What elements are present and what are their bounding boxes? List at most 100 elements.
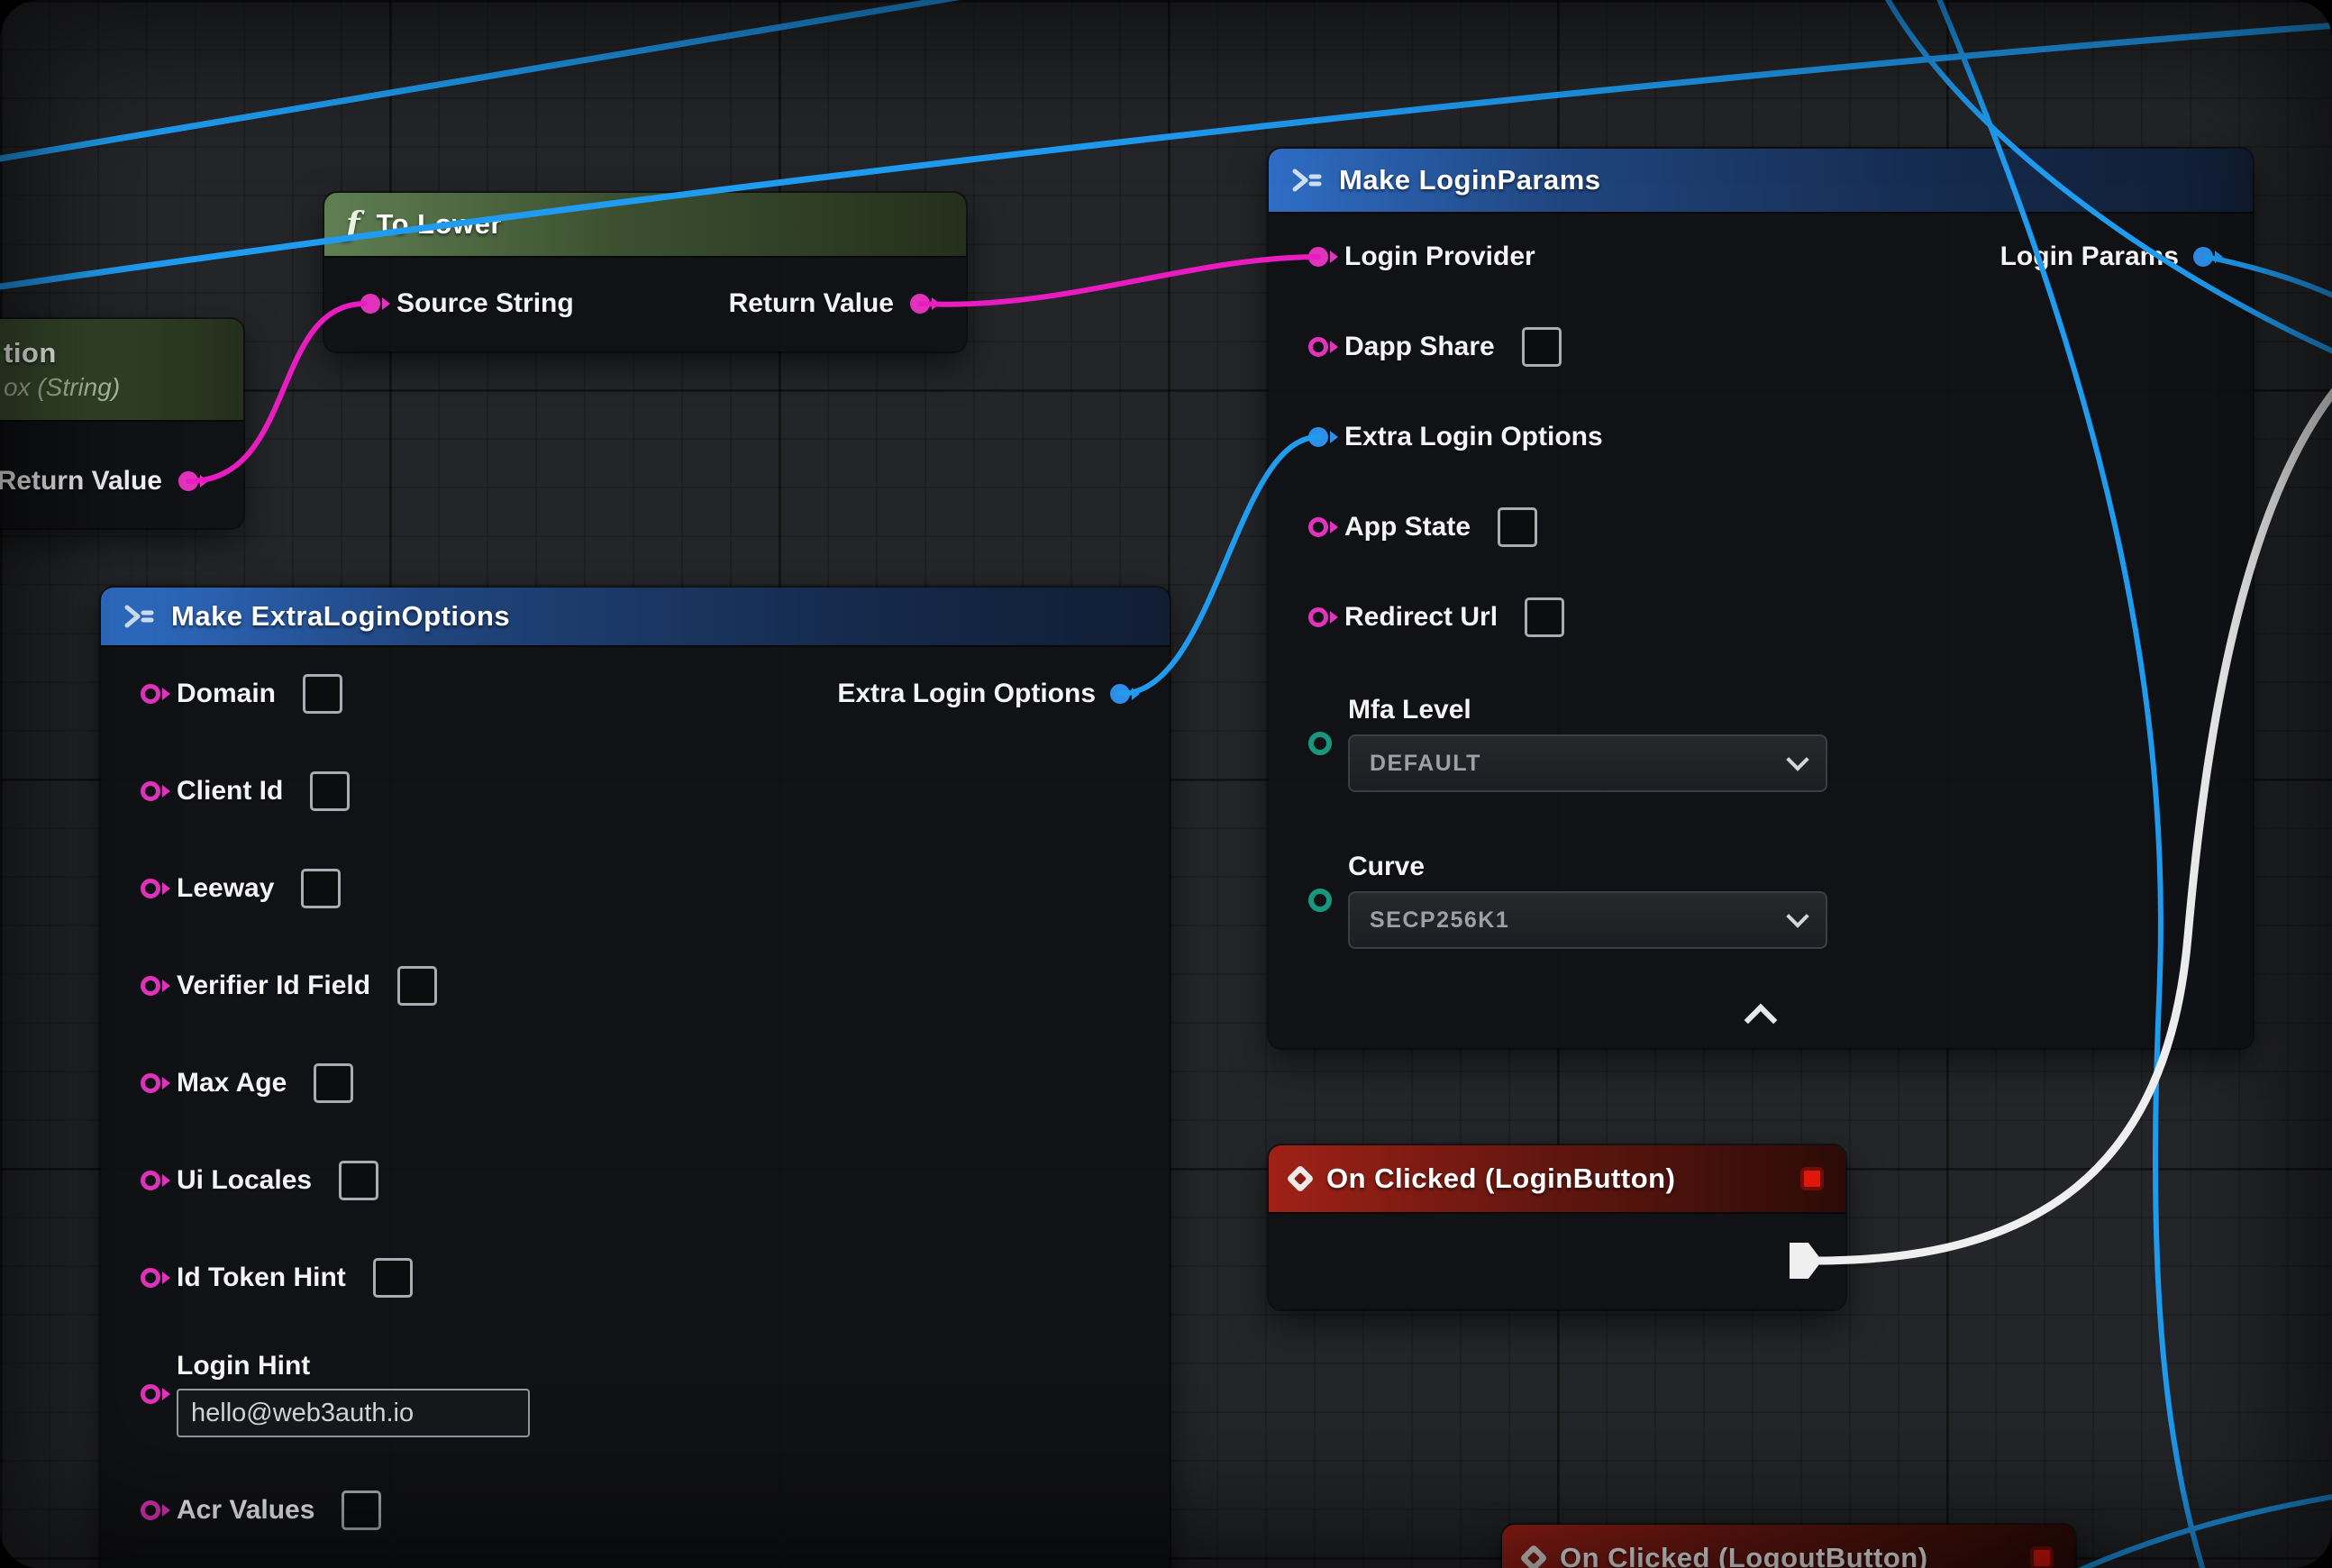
pin-label: Extra Login Options bbox=[1344, 422, 1603, 452]
pin-label: Leeway bbox=[177, 873, 274, 904]
node-header[interactable]: tion ox (String) bbox=[0, 319, 243, 420]
pin-label: Login Params bbox=[2000, 242, 2179, 272]
pin-row: Return Value bbox=[0, 454, 243, 508]
pin-row: Id Token Hint bbox=[101, 1229, 1170, 1326]
pin-login-hint[interactable] bbox=[141, 1384, 160, 1404]
wire-stray-top-a[interactable] bbox=[0, 0, 973, 159]
node-title: On Clicked (LoginButton) bbox=[1326, 1162, 1675, 1195]
pin-row: Login Hint bbox=[101, 1326, 1170, 1462]
node-header[interactable]: On Clicked (LogoutButton) bbox=[1502, 1525, 2075, 1568]
pin-row: Ui Locales bbox=[101, 1132, 1170, 1229]
pin-label: Source String bbox=[396, 288, 574, 319]
pin-verifier-id-field[interactable] bbox=[141, 976, 160, 996]
login-hint-input[interactable] bbox=[177, 1389, 530, 1437]
pin-label: Extra Login Options bbox=[837, 679, 1096, 709]
pin-acr-values[interactable] bbox=[141, 1500, 160, 1520]
pin-label: Dapp Share bbox=[1344, 332, 1495, 362]
pin-leeway[interactable] bbox=[141, 879, 160, 898]
pin-label: Redirect Url bbox=[1344, 602, 1498, 633]
wire-to-lower-to-login-provider[interactable] bbox=[920, 257, 1318, 305]
node-header[interactable]: On Clicked (LoginButton) bbox=[1269, 1145, 1845, 1212]
checkbox-client-id[interactable] bbox=[310, 771, 350, 811]
node-left-partial[interactable]: tion ox (String) Return Value bbox=[0, 319, 243, 528]
chevron-down-icon bbox=[1786, 905, 1808, 927]
pin-login-provider[interactable] bbox=[1308, 247, 1328, 267]
node-header[interactable]: Make LoginParams bbox=[1269, 149, 2253, 212]
pin-label: Acr Values bbox=[177, 1495, 314, 1526]
wire-stray-bottom-e[interactable] bbox=[2072, 1496, 2332, 1568]
node-title: To Lower bbox=[377, 208, 502, 241]
node-on-clicked-login-button[interactable]: On Clicked (LoginButton) bbox=[1269, 1145, 1845, 1309]
pin-label: Curve bbox=[1348, 852, 1827, 882]
make-struct-icon bbox=[123, 603, 155, 630]
checkbox-domain[interactable] bbox=[303, 674, 342, 714]
pin-login-params-out[interactable] bbox=[2193, 247, 2213, 267]
node-to-lower[interactable]: ƒ To Lower Source String Return Value bbox=[324, 193, 966, 351]
pin-id-token-hint[interactable] bbox=[141, 1268, 160, 1288]
exec-pin-login-button[interactable] bbox=[1790, 1243, 1822, 1279]
pin-label: Verifier Id Field bbox=[177, 971, 370, 1001]
pin-app-state[interactable] bbox=[1308, 517, 1328, 537]
pin-row: Dapp Share bbox=[1269, 302, 2253, 392]
pin-row: App State bbox=[1269, 482, 2253, 572]
dropdown-value: DEFAULT bbox=[1370, 751, 1481, 777]
pin-row: Verifier Id Field bbox=[101, 937, 1170, 1035]
graph-canvas[interactable]: tion ox (String) Return Value ƒ To Lower… bbox=[0, 0, 2332, 1568]
mfa-level-dropdown[interactable]: DEFAULT bbox=[1348, 734, 1827, 792]
delegate-pin[interactable] bbox=[1800, 1167, 1824, 1190]
pin-to-lower-return[interactable] bbox=[910, 294, 930, 314]
chevron-down-icon bbox=[1786, 748, 1808, 770]
pin-source-string[interactable] bbox=[360, 294, 380, 314]
pin-row: Max Age bbox=[101, 1035, 1170, 1132]
pin-label: Login Provider bbox=[1344, 242, 1535, 272]
collapse-node-chevron-icon[interactable] bbox=[1744, 1004, 1778, 1037]
pure-function-icon: ƒ bbox=[346, 205, 360, 243]
node-title: Make LoginParams bbox=[1339, 164, 1601, 196]
delegate-pin[interactable] bbox=[2030, 1546, 2054, 1568]
pin-client-id[interactable] bbox=[141, 781, 160, 801]
pin-row: Redirect Url bbox=[1269, 572, 2253, 662]
node-title: Make ExtraLoginOptions bbox=[171, 600, 510, 633]
checkbox-redirect-url[interactable] bbox=[1525, 597, 1564, 637]
checkbox-verifier-id-field[interactable] bbox=[397, 966, 437, 1006]
node-on-clicked-logout-button[interactable]: On Clicked (LogoutButton) bbox=[1502, 1525, 2075, 1568]
node-header[interactable]: ƒ To Lower bbox=[324, 193, 966, 256]
pin-redirect-url[interactable] bbox=[1308, 607, 1328, 627]
pin-row: Login Params bbox=[2000, 212, 2213, 302]
curve-dropdown[interactable]: SECP256K1 bbox=[1348, 891, 1827, 949]
pin-row: Leeway bbox=[101, 840, 1170, 937]
checkbox-max-age[interactable] bbox=[314, 1063, 353, 1103]
pin-ui-locales[interactable] bbox=[141, 1171, 160, 1190]
pin-return-value[interactable] bbox=[178, 471, 198, 491]
node-title: tion bbox=[4, 337, 57, 369]
pin-row: Return Value bbox=[729, 288, 930, 319]
checkbox-dapp-share[interactable] bbox=[1522, 327, 1562, 367]
pin-max-age[interactable] bbox=[141, 1073, 160, 1093]
pin-label: Ui Locales bbox=[177, 1165, 312, 1196]
pin-dapp-share[interactable] bbox=[1308, 337, 1328, 357]
pin-row: Mfa Level DEFAULT bbox=[1269, 695, 2253, 792]
pin-label: Return Value bbox=[729, 288, 894, 319]
pin-label: Client Id bbox=[177, 776, 283, 807]
pin-domain[interactable] bbox=[141, 684, 160, 704]
node-header[interactable]: Make ExtraLoginOptions bbox=[101, 588, 1170, 645]
pin-curve[interactable] bbox=[1308, 889, 1332, 912]
checkbox-app-state[interactable] bbox=[1498, 507, 1537, 547]
checkbox-id-token-hint[interactable] bbox=[373, 1258, 413, 1298]
pin-label: Mfa Level bbox=[1348, 695, 1827, 725]
pin-label: Max Age bbox=[177, 1068, 287, 1099]
node-make-extra-login-options[interactable]: Make ExtraLoginOptions Extra Login Optio… bbox=[101, 588, 1170, 1568]
event-icon bbox=[1286, 1164, 1314, 1192]
checkbox-acr-values[interactable] bbox=[342, 1491, 381, 1530]
checkbox-leeway[interactable] bbox=[301, 869, 341, 908]
pin-row: Acr Values bbox=[101, 1462, 1170, 1559]
checkbox-ui-locales[interactable] bbox=[339, 1161, 378, 1200]
pin-mfa-level[interactable] bbox=[1308, 732, 1332, 755]
node-make-login-params[interactable]: Make LoginParams Login Params Login Prov… bbox=[1269, 149, 2253, 1048]
pin-extra-login-options-in[interactable] bbox=[1308, 427, 1328, 447]
pin-label: App State bbox=[1344, 512, 1471, 542]
node-title: On Clicked (LogoutButton) bbox=[1560, 1542, 1928, 1568]
pin-label: Id Token Hint bbox=[177, 1263, 346, 1293]
pin-extra-login-options-out[interactable] bbox=[1110, 684, 1130, 704]
pin-label: Return Value bbox=[0, 466, 162, 497]
